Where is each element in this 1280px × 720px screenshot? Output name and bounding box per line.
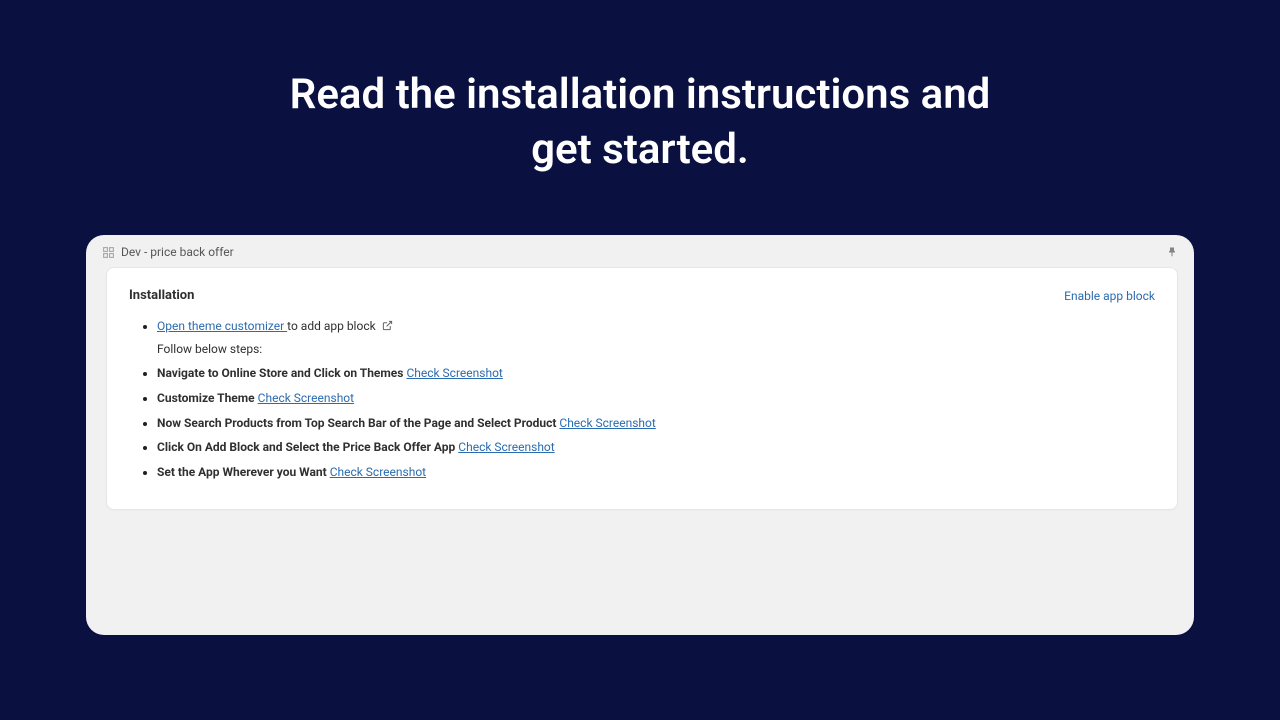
step4-screenshot-link[interactable]: Check Screenshot (458, 440, 554, 454)
step-set-app: Set the App Wherever you Want Check Scre… (157, 463, 1155, 482)
pin-icon[interactable] (1165, 246, 1178, 259)
card-title: Installation (129, 288, 194, 303)
page-wrapper: Read the installation instructions and g… (0, 0, 1280, 720)
follow-steps-label: Follow below steps: (157, 340, 1155, 359)
step2-screenshot-link[interactable]: Check Screenshot (258, 391, 354, 405)
app-window: Dev - price back offer Installation Enab… (86, 235, 1194, 635)
enable-app-block-link[interactable]: Enable app block (1064, 289, 1155, 303)
step-open-customizer: Open theme customizer to add app block F… (157, 317, 1155, 358)
app-icon (102, 246, 115, 259)
step5-text: Set the App Wherever you Want (157, 465, 327, 479)
external-link-icon (382, 320, 393, 331)
window-header: Dev - price back offer (86, 245, 1194, 267)
step3-text: Now Search Products from Top Search Bar … (157, 416, 556, 430)
step3-screenshot-link[interactable]: Check Screenshot (559, 416, 655, 430)
step-customize-theme: Customize Theme Check Screenshot (157, 389, 1155, 408)
step4-text: Click On Add Block and Select the Price … (157, 440, 455, 454)
step1-screenshot-link[interactable]: Check Screenshot (406, 366, 502, 380)
page-headline: Read the installation instructions and g… (260, 68, 1020, 177)
step-search-products: Now Search Products from Top Search Bar … (157, 414, 1155, 433)
step5-screenshot-link[interactable]: Check Screenshot (330, 465, 426, 479)
step1-text: Navigate to Online Store and Click on Th… (157, 366, 403, 380)
step-navigate-themes: Navigate to Online Store and Click on Th… (157, 364, 1155, 383)
panel-area: Installation Enable app block Open theme… (86, 267, 1194, 526)
window-title: Dev - price back offer (121, 245, 1165, 259)
step-add-block: Click On Add Block and Select the Price … (157, 438, 1155, 457)
installation-card: Installation Enable app block Open theme… (106, 267, 1178, 510)
open-theme-customizer-link[interactable]: Open theme customizer (157, 319, 287, 333)
step2-text: Customize Theme (157, 391, 255, 405)
card-header: Installation Enable app block (129, 288, 1155, 303)
installation-steps-list: Open theme customizer to add app block F… (129, 317, 1155, 481)
open-customizer-suffix: to add app block (287, 319, 376, 333)
